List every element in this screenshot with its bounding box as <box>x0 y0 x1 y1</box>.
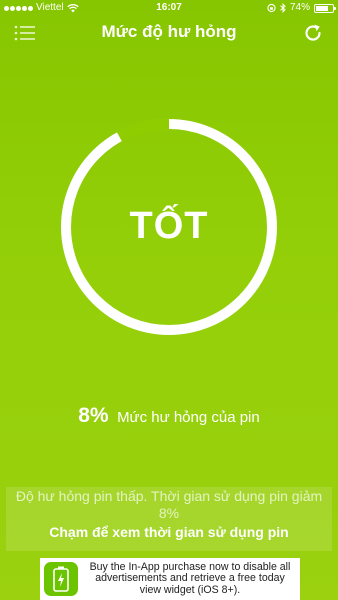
damage-percent-value: 8% <box>78 404 109 427</box>
damage-summary: 8% Mức hư hỏng của pin <box>0 404 338 428</box>
battery-icon <box>314 3 336 13</box>
battery-glyph-icon <box>53 566 69 592</box>
page-title: Mức độ hư hỏng <box>101 22 237 41</box>
damage-percent-label: Mức hư hỏng của pin <box>117 409 260 426</box>
bluetooth-icon <box>280 3 286 13</box>
status-right: 74% <box>267 0 336 16</box>
status-bar: Viettel 16:07 74% <box>0 0 338 16</box>
refresh-button[interactable] <box>302 22 324 44</box>
battery-health-status: TỐT <box>129 205 209 247</box>
refresh-icon <box>305 24 321 41</box>
app-screen: Viettel 16:07 74% Mức độ hư hỏng TỐT 8% … <box>0 0 338 600</box>
gauge-damage-segment <box>116 118 170 143</box>
nav-bar: Mức độ hư hỏng <box>0 16 338 50</box>
view-usage-time-link[interactable]: Chạm để xem thời gian sử dụng pin <box>6 523 332 541</box>
info-message: Độ hư hỏng pin thấp. Thời gian sử dụng p… <box>15 488 323 521</box>
battery-usage-info-panel[interactable]: Độ hư hỏng pin thấp. Thời gian sử dụng p… <box>6 487 332 551</box>
ad-banner[interactable]: Buy the In-App purchase now to disable a… <box>40 558 300 600</box>
ad-message: Buy the In-App purchase now to disable a… <box>89 560 291 596</box>
battery-percent: 74% <box>289 2 310 13</box>
battery-level-fill <box>316 5 328 11</box>
lock-rotation-icon <box>267 3 276 13</box>
battery-app-icon <box>44 562 78 596</box>
